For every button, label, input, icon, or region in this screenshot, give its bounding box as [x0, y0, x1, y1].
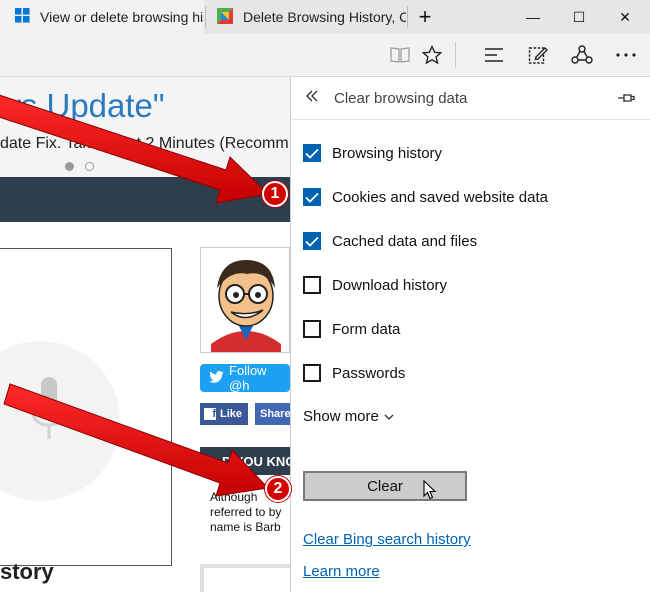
did-you-know-header: D YOU KNOW: [200, 447, 290, 475]
close-button[interactable]: ✕: [602, 0, 648, 34]
facebook-icon: f: [204, 408, 216, 420]
option-cached-data[interactable]: Cached data and files: [303, 228, 477, 254]
facebook-share-button[interactable]: Share: [255, 403, 290, 425]
tab-view-or-delete[interactable]: View or delete browsing his: [0, 0, 204, 34]
snippet-line: name is Barb: [210, 520, 281, 534]
annotation-badge-2: 2: [265, 476, 291, 502]
carousel-dot-active[interactable]: [65, 162, 74, 171]
site-favicon-icon: [217, 7, 233, 27]
page-headline: ws Update": [0, 87, 165, 124]
option-browsing-history[interactable]: Browsing history: [303, 140, 442, 166]
option-label: Cookies and saved website data: [332, 188, 548, 206]
web-page: ws Update" date Fix. Takes Just 2 Minute…: [0, 77, 290, 592]
show-more-toggle[interactable]: Show more: [303, 408, 394, 425]
hub-icon[interactable]: [474, 34, 514, 76]
panel-title: Clear browsing data: [334, 90, 468, 107]
clear-browsing-data-panel: Clear browsing data Browsing history Coo…: [290, 77, 650, 592]
annotation-badge-1: 1: [262, 181, 288, 207]
show-more-label: Show more: [303, 408, 379, 425]
content-box: [200, 564, 290, 592]
share-icon[interactable]: [562, 34, 602, 76]
facebook-like-button[interactable]: f Like: [200, 403, 248, 425]
web-note-icon[interactable]: [518, 34, 558, 76]
checkbox-unchecked[interactable]: [303, 320, 321, 338]
option-label: Cached data and files: [332, 232, 478, 250]
author-avatar[interactable]: [200, 247, 290, 353]
chevron-down-icon: [384, 408, 394, 425]
option-form-data[interactable]: Form data: [303, 316, 400, 342]
clear-bing-history-link[interactable]: Clear Bing search history: [303, 531, 471, 548]
checkbox-checked[interactable]: [303, 188, 321, 206]
checkbox-unchecked[interactable]: [303, 276, 321, 294]
maximize-button[interactable]: ☐: [556, 0, 602, 34]
carousel-dot[interactable]: [85, 162, 94, 171]
learn-more-link[interactable]: Learn more: [303, 563, 380, 580]
mouse-pointer-icon: [423, 479, 437, 505]
new-tab-button[interactable]: +: [402, 0, 448, 34]
option-label: Download history: [332, 276, 448, 294]
double-chevron-left-icon: [305, 87, 319, 106]
twitter-bird-icon: [209, 370, 224, 386]
toolbar-divider: [455, 42, 456, 68]
video-box[interactable]: [0, 248, 172, 566]
back-button[interactable]: [305, 87, 319, 107]
option-label: Passwords: [332, 364, 406, 382]
checkbox-unchecked[interactable]: [303, 364, 321, 382]
tab-title: View or delete browsing his: [40, 9, 204, 25]
tab-title: Delete Browsing History, Co: [243, 9, 406, 25]
option-download-history[interactable]: Download history: [303, 272, 447, 298]
checkbox-checked[interactable]: [303, 232, 321, 250]
tab-divider: [205, 6, 206, 28]
more-actions-icon[interactable]: [606, 34, 646, 76]
page-subline: date Fix. Takes Just 2 Minutes (Recomm: [0, 135, 289, 152]
windows-logo-icon: [15, 8, 30, 26]
clear-button[interactable]: Clear: [303, 471, 467, 501]
option-passwords[interactable]: Passwords: [303, 360, 405, 386]
site-nav-bar: [0, 177, 290, 222]
twitter-follow-button[interactable]: Follow @h: [200, 364, 290, 392]
microphone-icon: [28, 377, 70, 448]
option-label: Browsing history: [332, 144, 443, 162]
section-title: story: [0, 559, 54, 584]
tab-delete-browsing-history[interactable]: Delete Browsing History, Co: [208, 0, 406, 34]
panel-divider: [291, 119, 650, 120]
option-label: Form data: [332, 320, 401, 338]
follow-label: Follow @h: [229, 364, 267, 392]
option-cookies[interactable]: Cookies and saved website data: [303, 184, 548, 210]
checkbox-checked[interactable]: [303, 144, 321, 162]
did-you-know-label: D YOU KNOW: [222, 453, 290, 469]
favorite-star-icon[interactable]: [412, 34, 452, 76]
pin-icon[interactable]: [617, 91, 635, 110]
snippet-line: referred to by: [210, 505, 282, 519]
like-label: Like: [220, 408, 243, 420]
minimize-button[interactable]: —: [510, 0, 556, 34]
